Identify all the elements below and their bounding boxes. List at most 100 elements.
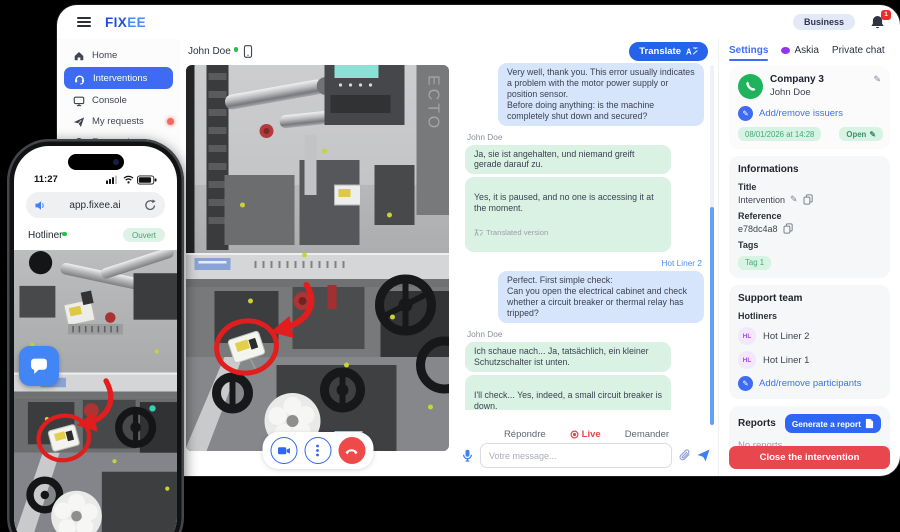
support-team-heading: Support team: [738, 293, 803, 304]
add-remove-issuers-link[interactable]: ✎ Add/remove issuers: [738, 106, 881, 121]
team-member-row: HL Hot Liner 1: [738, 351, 881, 369]
whatsapp-icon: [738, 74, 763, 99]
browser-address-bar[interactable]: app.fixee.ai: [26, 192, 165, 218]
informations-heading: Informations: [738, 164, 799, 175]
app-logo: FIXEE: [105, 14, 147, 30]
add-issuers-label: Add/remove issuers: [759, 108, 843, 119]
chat-message-translated: I'll check... Yes, indeed, a small circu…: [465, 374, 671, 410]
sidebar-item-my-requests[interactable]: My requests: [57, 111, 180, 132]
chat-bubble-button[interactable]: [19, 346, 59, 386]
phone-mockup: 11:27 app.fixee.ai Hotliner Ouvert: [7, 139, 184, 532]
copy-icon[interactable]: [783, 223, 793, 234]
status-label: Open: [846, 129, 867, 139]
site-name: Hotliner: [28, 230, 67, 241]
translated-version-label: Translated version: [486, 227, 549, 237]
document-icon: [865, 418, 874, 429]
tab-settings[interactable]: Settings: [729, 45, 769, 61]
copy-icon[interactable]: [803, 194, 813, 205]
status-open-pill[interactable]: Open ✎: [839, 127, 883, 141]
sidebar-item-console[interactable]: Console: [57, 90, 180, 111]
url-text: app.fixee.ai: [69, 199, 121, 211]
hang-up-button[interactable]: [338, 437, 365, 464]
tab-repondre[interactable]: Répondre: [504, 429, 546, 440]
status-ouvert-pill: Ouvert: [122, 228, 165, 242]
member-name: Hot Liner 1: [763, 354, 810, 366]
phone-time: 11:27: [34, 174, 58, 185]
sidebar-item-label: Home: [92, 50, 118, 61]
message-input[interactable]: [480, 443, 672, 468]
chat-message: Very well, thank you. This error usually…: [498, 63, 704, 126]
microphone-icon[interactable]: [461, 449, 474, 462]
requests-alert-dot: [167, 118, 174, 125]
chat-message-list[interactable]: Very well, thank you. This error usually…: [465, 63, 704, 410]
site-header-row: Hotliner Ouvert: [28, 228, 165, 242]
tags-label: Tags: [738, 240, 759, 250]
tab-demander[interactable]: Demander: [625, 429, 669, 440]
live-video-feed[interactable]: ECTO: [186, 65, 449, 451]
video-header: John Doe: [180, 39, 455, 62]
translate-button[interactable]: Translate A: [629, 42, 708, 61]
business-plan-badge: Business: [792, 14, 855, 30]
tab-askia[interactable]: Askia: [781, 45, 819, 56]
intervention-date-badge: 08/01/2026 at 14:28: [738, 127, 822, 141]
sidebar-item-home[interactable]: Home: [57, 45, 180, 66]
online-status-dot: [233, 47, 239, 52]
tag-badge: Tag 1: [738, 255, 772, 270]
sidebar-item-label: Interventions: [93, 72, 148, 84]
call-controls: [262, 432, 373, 469]
chat-mode-tabs: Répondre Live Demander: [455, 429, 718, 446]
sidebar-item-label: My requests: [92, 116, 144, 127]
informations-card: Informations Title Intervention ✎ Refere…: [729, 156, 890, 278]
tab-private-chat[interactable]: Private chat: [832, 45, 885, 56]
attachment-icon[interactable]: [678, 449, 691, 462]
pencil-icon: ✎: [738, 376, 753, 391]
pencil-icon: ✎: [738, 106, 753, 121]
dynamic-island: [67, 154, 124, 170]
notifications-button[interactable]: 1: [869, 9, 891, 31]
close-intervention-button[interactable]: Close the intervention: [729, 446, 890, 469]
support-team-card: Support team Hotliners HL Hot Liner 2 HL…: [729, 285, 890, 399]
generate-report-button[interactable]: Generate a report: [784, 414, 881, 433]
title-label: Title: [738, 182, 757, 192]
sidebar-item-interventions[interactable]: Interventions: [64, 67, 173, 89]
add-remove-participants-link[interactable]: ✎ Add/remove participants: [738, 376, 881, 391]
chat-message: Ja, sie ist angehalten, und niemand grei…: [465, 144, 671, 175]
menu-icon[interactable]: [77, 16, 91, 28]
phone-live-video[interactable]: [14, 250, 177, 532]
tab-askia-label: Askia: [794, 45, 819, 56]
svg-text:ECTO: ECTO: [425, 75, 442, 131]
company-name: Company 3: [770, 74, 824, 85]
signal-icon: [106, 175, 117, 184]
chat-input-row: [461, 443, 710, 468]
chat-panel: Translate A Very well, thank you. This e…: [455, 39, 718, 476]
reload-icon[interactable]: [144, 199, 156, 211]
chat-message: Perfect. First simple check: Can you ope…: [498, 271, 704, 323]
chat-message-text: I'll check... Yes, indeed, a small circu…: [474, 389, 662, 410]
send-icon[interactable]: [697, 449, 710, 462]
phone-screen: 11:27 app.fixee.ai Hotliner Ouvert: [14, 146, 177, 532]
avatar: HL: [738, 327, 756, 345]
edit-title-icon[interactable]: ✎: [790, 194, 798, 205]
more-options-button[interactable]: [304, 437, 331, 464]
camera-button[interactable]: [270, 437, 297, 464]
edit-company-icon[interactable]: ✎: [873, 74, 881, 85]
avatar: HL: [738, 351, 756, 369]
pencil-icon: ✎: [869, 129, 876, 139]
mobile-phone-icon: [244, 45, 253, 58]
chat-message-text: Yes, it is paused, and no one is accessi…: [474, 192, 654, 214]
tab-live[interactable]: Live: [553, 429, 617, 446]
more-dots-icon: [316, 444, 319, 457]
company-card: Company 3 John Doe ✎ ✎ Add/remove issuer…: [729, 66, 890, 149]
chat-author-label: John Doe: [467, 328, 503, 339]
participant-name: John Doe: [188, 46, 231, 57]
chat-author-label: Hot Liner 2: [661, 258, 702, 269]
app-header: FIXEE Business 1: [57, 5, 900, 39]
reference-value: e78dc4a8: [738, 223, 778, 234]
home-icon: [74, 51, 84, 60]
battery-icon: [137, 174, 157, 185]
hang-up-icon: [345, 448, 358, 454]
translated-version-note: Translated version: [474, 228, 662, 237]
page-audio-icon[interactable]: [35, 200, 46, 211]
phone-machinery-frame: [14, 250, 177, 532]
chat-scrollbar-thumb[interactable]: [710, 207, 714, 425]
